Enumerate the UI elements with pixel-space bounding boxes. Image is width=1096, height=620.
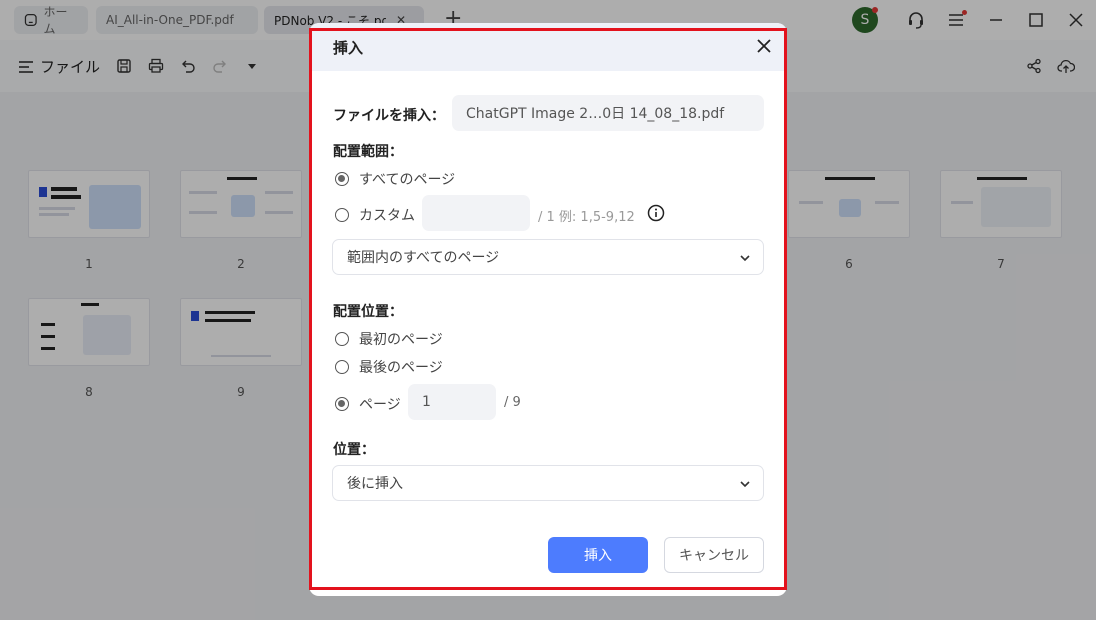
highlight-frame: [309, 28, 787, 590]
